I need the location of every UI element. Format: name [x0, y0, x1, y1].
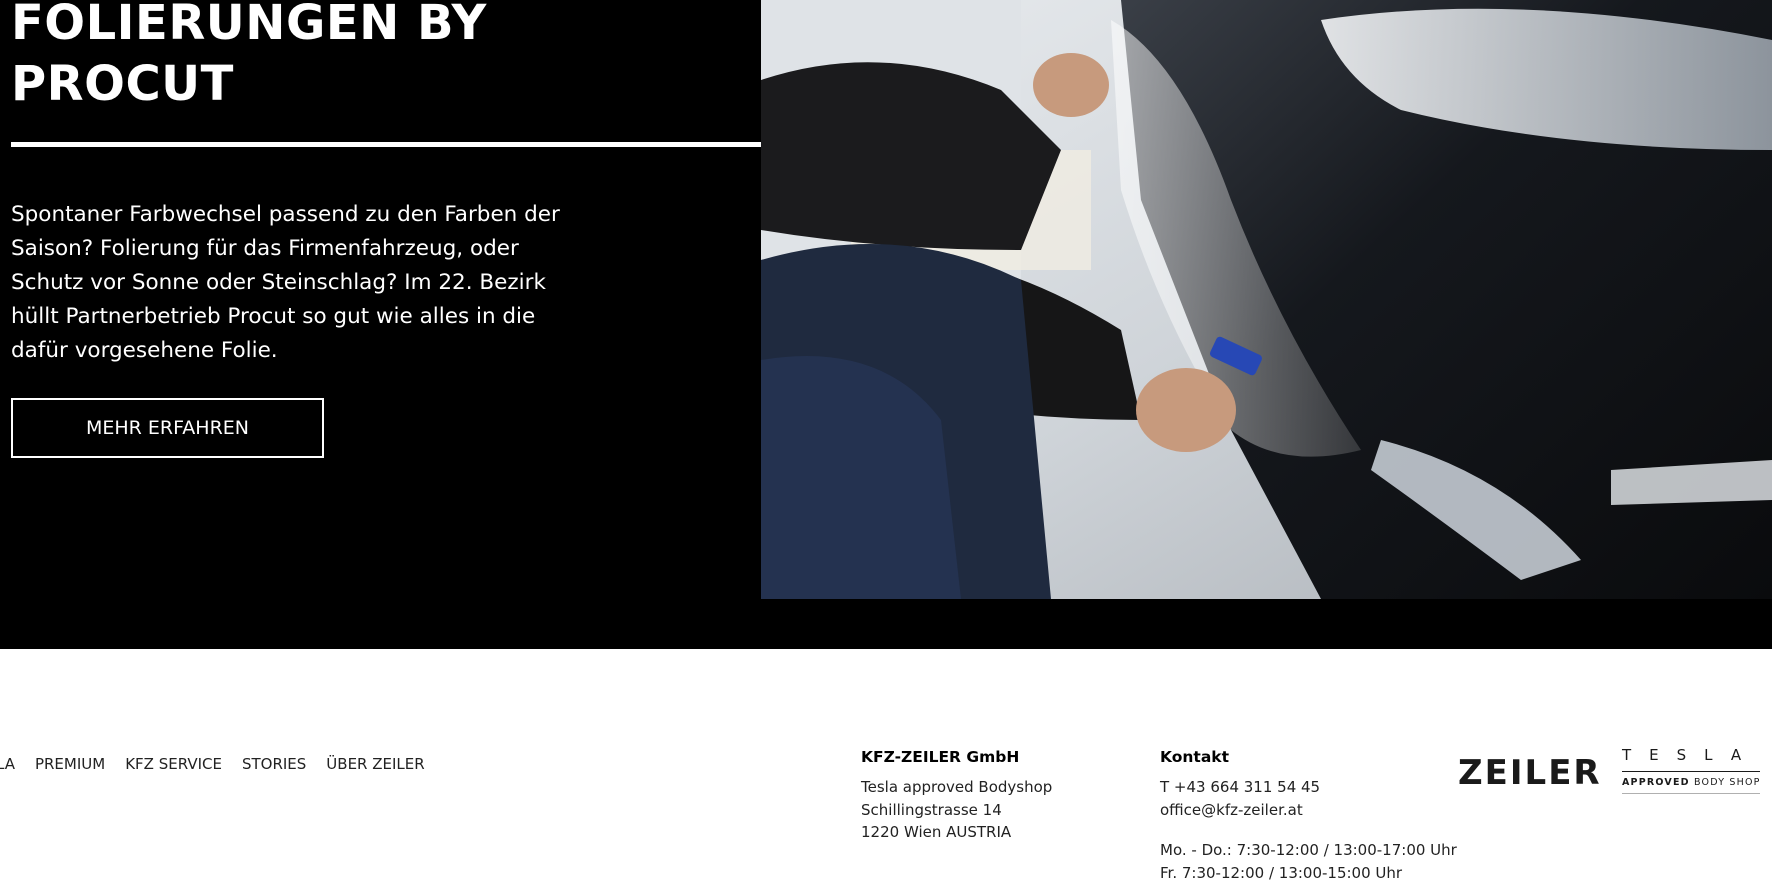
tesla-approved-logo[interactable]: TESLA APPROVED BODY SHOP: [1622, 746, 1762, 794]
hero-title: FOLIERUNGEN BY PROCUT: [11, 0, 711, 115]
footer-nav-item-ueber-zeiler[interactable]: ÜBER ZEILER: [326, 755, 424, 773]
tesla-bodyshop-word: BODY SHOP: [1693, 777, 1761, 788]
hero-section: FOLIERUNGEN BY PROCUT Spontaner Farbwech…: [0, 0, 1772, 649]
tesla-logo-rule: [1622, 771, 1760, 772]
tesla-wordmark: TESLA: [1622, 746, 1760, 764]
more-info-button[interactable]: MEHR ERFAHREN: [11, 398, 324, 458]
footer-nav-item-stories[interactable]: STORIES: [242, 755, 306, 773]
company-address-city: 1220 Wien AUSTRIA: [861, 823, 1012, 841]
zeiler-logo[interactable]: ZEILER: [1458, 753, 1602, 793]
tesla-logo-rule-bottom: [1622, 793, 1760, 794]
hero-title-line-2: PROCUT: [11, 56, 234, 112]
footer-company: KFZ-ZEILER GmbH Tesla approved Bodyshop …: [861, 746, 1141, 844]
footer-nav: LA PREMIUM KFZ SERVICE STORIES ÜBER ZEIL…: [0, 755, 425, 773]
footer-contact: Kontakt T +43 664 311 54 45 office@kfz-z…: [1160, 746, 1460, 884]
contact-email-link[interactable]: office@kfz-zeiler.at: [1160, 799, 1460, 822]
tesla-approved-word: APPROVED: [1622, 777, 1690, 788]
footer-nav-item-premium[interactable]: PREMIUM: [35, 755, 105, 773]
footer-nav-item-la[interactable]: LA: [0, 755, 15, 773]
opening-hours-mon-thu: Mo. - Do.: 7:30-12:00 / 13:00-17:00 Uhr: [1160, 841, 1457, 859]
company-line-1: Tesla approved Bodyshop: [861, 778, 1053, 796]
opening-hours-fri: Fr. 7:30-12:00 / 13:00-15:00 Uhr: [1160, 863, 1403, 882]
opening-hours: Mo. - Do.: 7:30-12:00 / 13:00-17:00 Uhr …: [1160, 839, 1460, 884]
company-address-street: Schillingstrasse 14: [861, 800, 1002, 819]
footer-nav-item-kfz-service[interactable]: KFZ SERVICE: [125, 755, 222, 773]
tesla-approved-subtitle: APPROVED BODY SHOP: [1622, 777, 1762, 788]
company-heading: KFZ-ZEILER GmbH: [861, 748, 1020, 766]
contact-heading: Kontakt: [1160, 748, 1230, 766]
hero-title-line-1: FOLIERUNGEN BY: [11, 0, 487, 51]
hero-image: [761, 0, 1772, 599]
hero-paragraph: Spontaner Farbwechsel passend zu den Far…: [11, 202, 560, 363]
contact-phone-link[interactable]: T +43 664 311 54 45: [1160, 776, 1460, 799]
